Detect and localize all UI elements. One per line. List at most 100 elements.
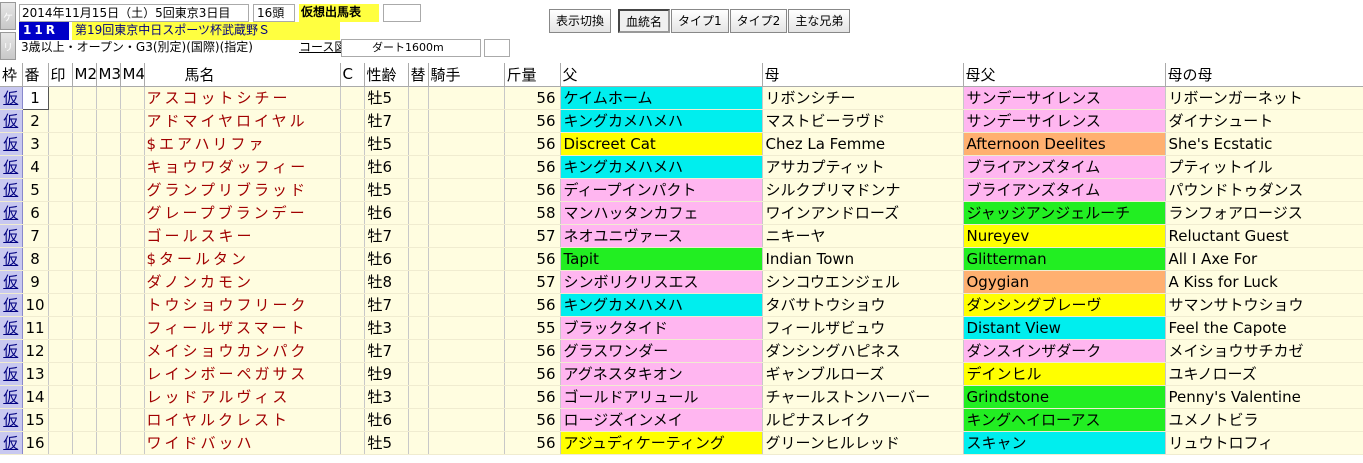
m2-cell[interactable] [72,86,97,110]
siblings-button[interactable]: 主な兄弟 [788,9,851,33]
horse-name[interactable]: キョウワダッフィー [144,155,341,179]
m4-cell[interactable] [120,316,145,340]
m2-cell[interactable] [72,132,97,156]
col-second-dam-header[interactable]: 母の母 [1165,63,1363,87]
m2-cell[interactable] [72,270,97,294]
mark-cell[interactable] [48,408,73,432]
mark-cell[interactable] [48,339,73,363]
m3-cell[interactable] [96,178,121,202]
col-mark-header[interactable]: 印 [48,63,73,87]
table-row[interactable]: 仮 16 ワイドバッハ 牡5 56 アジュディケーティング グリーンヒルレッド スキャン リュウ… [0,431,1363,455]
col-c-header[interactable]: C [340,63,365,87]
col-m3-header[interactable]: M3 [96,63,121,87]
col-broodmare-sire-header[interactable]: 母父 [963,63,1166,87]
mark-cell[interactable] [48,224,73,248]
m3-cell[interactable] [96,362,121,386]
m2-cell[interactable] [72,316,97,340]
horse-name[interactable]: グレープブランデー [144,201,341,225]
side-button-2[interactable]: リ [0,32,16,60]
mark-cell[interactable] [48,155,73,179]
col-waku-header[interactable]: 枠 [0,63,23,87]
col-horse-name-header[interactable]: 馬名 [144,63,341,87]
mark-cell[interactable] [48,362,73,386]
m2-cell[interactable] [72,362,97,386]
m3-cell[interactable] [96,201,121,225]
col-sire-header[interactable]: 父 [560,63,763,87]
col-m2-header[interactable]: M2 [72,63,97,87]
horse-name[interactable]: グランプリブラッド [144,178,341,202]
m3-cell[interactable] [96,316,121,340]
table-row[interactable]: 仮 12 メイショウカンパク 牡7 56 グラスワンダー ダンシングハピネス ダンスインザダー… [0,339,1363,363]
mark-cell[interactable] [48,270,73,294]
mark-cell[interactable] [48,431,73,455]
mark-cell[interactable] [48,316,73,340]
course-map-link[interactable]: コース図 [299,39,346,57]
horse-name[interactable]: ロイヤルクレスト [144,408,341,432]
table-row[interactable]: 仮 5 グランプリブラッド 牡5 56 ディープインパクト シルクプリマドンナ ブライアンズタ… [0,178,1363,202]
pedigree-name-button[interactable]: 血統名 [618,9,671,33]
m3-cell[interactable] [96,132,121,156]
mark-cell[interactable] [48,201,73,225]
col-number-header[interactable]: 番 [22,63,49,87]
col-jockey-header[interactable]: 騎手 [428,63,505,87]
m3-cell[interactable] [96,408,121,432]
mark-cell[interactable] [48,293,73,317]
mark-cell[interactable] [48,86,73,110]
m3-cell[interactable] [96,339,121,363]
table-row[interactable]: 仮 14 レッドアルヴィス 牡3 56 ゴールドアリュール チャールストンハーバー Grind… [0,385,1363,409]
horse-name[interactable]: ゴールスキー [144,224,341,248]
m2-cell[interactable] [72,408,97,432]
m3-cell[interactable] [96,155,121,179]
m3-cell[interactable] [96,293,121,317]
m2-cell[interactable] [72,178,97,202]
table-row[interactable]: 仮 2 アドマイヤロイヤル 牡7 56 キングカメハメハ マストビーラヴド サンデーサイレンス… [0,109,1363,133]
m3-cell[interactable] [96,431,121,455]
table-row[interactable]: 仮 6 グレープブランデー 牡6 58 マンハッタンカフェ ワインアンドローズ ジャッジアンジ… [0,201,1363,225]
m4-cell[interactable] [120,86,145,110]
type1-button[interactable]: タイプ1 [671,9,729,33]
horse-name[interactable]: ワイドバッハ [144,431,341,455]
mark-cell[interactable] [48,178,73,202]
table-row[interactable]: 仮 9 ダノンカモン 牡8 57 シンボリクリスエス シンコウエンジェル Ogygian A K… [0,270,1363,294]
horse-name[interactable]: レインボーペガサス [144,362,341,386]
horse-name[interactable]: レッドアルヴィス [144,385,341,409]
m4-cell[interactable] [120,132,145,156]
m4-cell[interactable] [120,339,145,363]
m2-cell[interactable] [72,385,97,409]
m4-cell[interactable] [120,270,145,294]
col-m4-header[interactable]: M4 [120,63,145,87]
m2-cell[interactable] [72,224,97,248]
m2-cell[interactable] [72,339,97,363]
m3-cell[interactable] [96,86,121,110]
m4-cell[interactable] [120,247,145,271]
col-change-header[interactable]: 替 [408,63,429,87]
table-row[interactable]: 仮 8 $タールタン 牡6 56 Tapit Indian Town Glitterman Al… [0,247,1363,271]
m3-cell[interactable] [96,270,121,294]
m3-cell[interactable] [96,247,121,271]
horse-name[interactable]: トウショウフリーク [144,293,341,317]
type2-button[interactable]: タイプ2 [729,9,788,33]
horse-name[interactable]: ダノンカモン [144,270,341,294]
table-row[interactable]: 仮 10 トウショウフリーク 牡7 56 キングカメハメハ タバサトウショウ ダンシングブレー… [0,293,1363,317]
m4-cell[interactable] [120,155,145,179]
table-row[interactable]: 仮 1 アスコットシチー 牡5 56 ケイムホーム リボンシチー サンデーサイレンス リボーンガ… [0,85,1363,110]
m2-cell[interactable] [72,155,97,179]
horse-name[interactable]: アドマイヤロイヤル [144,109,341,133]
horse-name[interactable]: フィールザスマート [144,316,341,340]
m4-cell[interactable] [120,178,145,202]
mark-cell[interactable] [48,109,73,133]
mark-cell[interactable] [48,132,73,156]
m3-cell[interactable] [96,224,121,248]
m2-cell[interactable] [72,431,97,455]
horse-name[interactable]: $エアハリファ [144,132,341,156]
m4-cell[interactable] [120,224,145,248]
m4-cell[interactable] [120,109,145,133]
m4-cell[interactable] [120,385,145,409]
horse-name[interactable]: メイショウカンパク [144,339,341,363]
m4-cell[interactable] [120,362,145,386]
table-row[interactable]: 仮 3 $エアハリファ 牡5 56 Discreet Cat Chez La Femme Af… [0,132,1363,156]
m2-cell[interactable] [72,201,97,225]
m2-cell[interactable] [72,109,97,133]
m3-cell[interactable] [96,109,121,133]
col-dam-header[interactable]: 母 [762,63,964,87]
